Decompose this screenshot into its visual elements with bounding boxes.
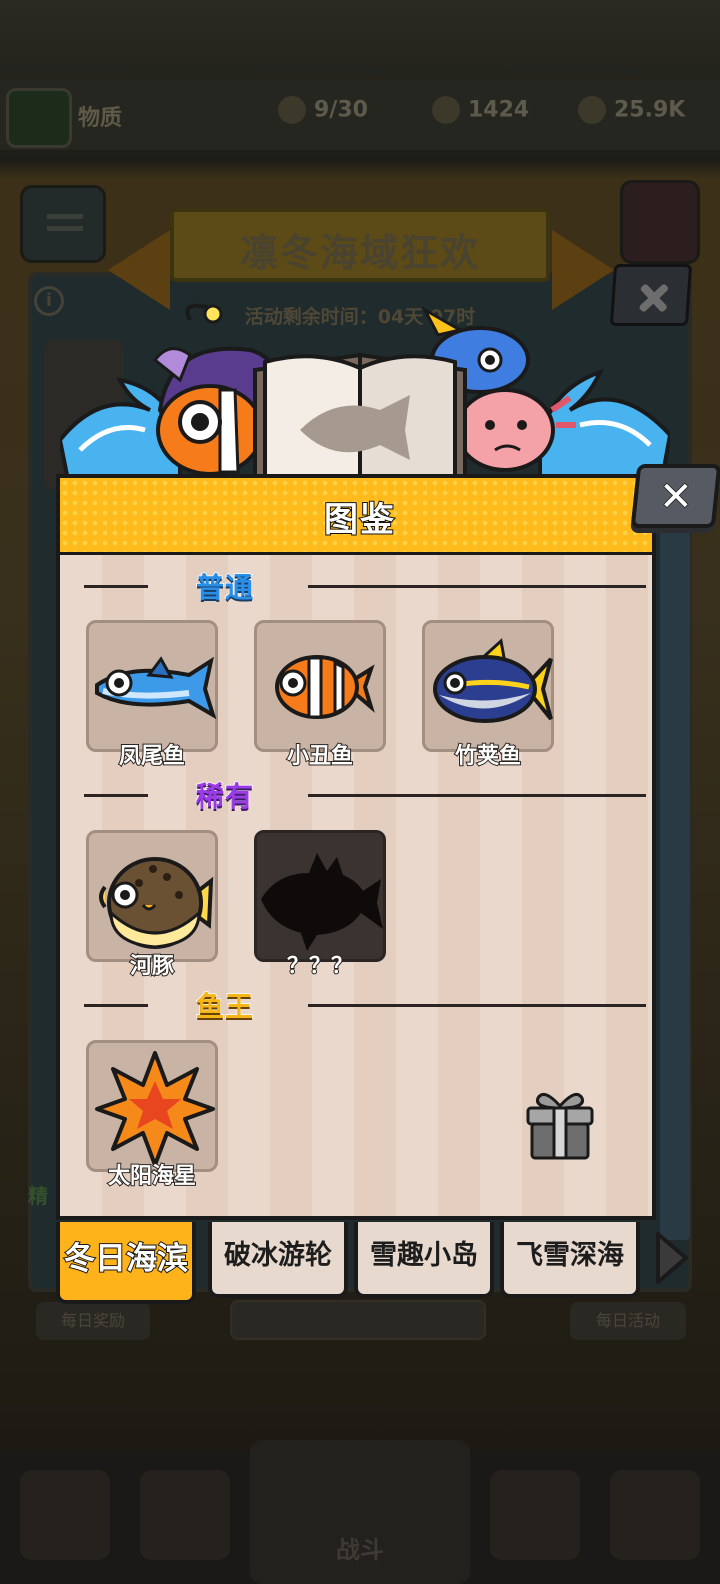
collection-card-label: 竹荚鱼 — [454, 743, 522, 770]
collection-card-label: ？？？ — [286, 953, 354, 980]
collection-card-tuna[interactable] — [422, 620, 554, 752]
tab-snow-deep-sea[interactable]: 飞雪深海 — [500, 1222, 640, 1298]
tab-icebreaker-cruise[interactable]: 破冰游轮 — [208, 1222, 348, 1298]
section-divider — [84, 585, 148, 588]
coin-icon — [578, 96, 606, 124]
open-book-icon — [253, 352, 467, 490]
banner-ribbon-left — [108, 230, 170, 310]
next-tab-arrow-icon[interactable] — [646, 1228, 696, 1288]
gem-icon — [432, 96, 460, 124]
clownfish-big-icon — [156, 384, 264, 476]
anchovy-icon — [95, 656, 217, 720]
fish-icon — [278, 96, 306, 124]
collection-card-label: 凤尾鱼 — [118, 743, 186, 770]
section-divider — [308, 1004, 646, 1007]
collection-card-pufferfish[interactable] — [86, 830, 218, 962]
region-tab-bar: 冬日海滨 破冰游轮 雪趣小岛 飞雪深海 — [56, 1222, 696, 1304]
nav-shop-icon — [20, 1470, 110, 1560]
section-divider — [308, 794, 646, 797]
collection-card-label: 太阳海星 — [107, 1163, 197, 1190]
dialog-title: 图鉴 — [323, 499, 396, 541]
shield-icon — [620, 180, 700, 264]
fish-count-stat: 9/30 — [278, 96, 368, 132]
collection-card-label: 小丑鱼 — [286, 743, 354, 770]
side-green-label: 精 — [28, 1184, 48, 1208]
collection-card-label: 河豚 — [129, 953, 175, 980]
section-label-king: 鱼王 — [195, 989, 255, 1024]
nav-team-icon — [140, 1470, 230, 1560]
dialog-header: 图鉴 — [56, 474, 656, 554]
tuna-icon — [433, 638, 553, 723]
tab-winter-beach[interactable]: 冬日海滨 — [56, 1222, 196, 1304]
nav-more-icon — [610, 1470, 700, 1560]
section-label-rare: 稀有 — [195, 779, 255, 814]
dialog-close-button[interactable]: ✕ — [630, 464, 720, 528]
player-name: 物质 — [78, 106, 123, 131]
player-avatar — [6, 88, 72, 148]
collection-card-sun-starfish[interactable] — [86, 1040, 218, 1172]
event-title: 凛冬海域狂欢 — [239, 231, 480, 275]
nav-battle-label: 战斗 — [336, 1536, 384, 1564]
section-divider — [84, 1004, 148, 1007]
banner-ribbon-right — [552, 230, 614, 310]
coin-stat: 25.9K — [578, 96, 685, 132]
side-strip — [660, 520, 690, 1240]
daily-event-button: 每日活动 — [570, 1302, 686, 1340]
event-action-button — [230, 1300, 486, 1340]
collection-card-anchovy[interactable] — [86, 620, 218, 752]
close-icon: ✕ — [658, 473, 693, 521]
sun-starfish-icon — [95, 1051, 215, 1167]
menu-icon — [20, 185, 106, 263]
pufferfish-icon — [99, 857, 214, 949]
gift-box-icon[interactable] — [522, 1086, 598, 1162]
collection-card-clownfish[interactable] — [254, 620, 386, 752]
collection-header-art — [60, 303, 670, 490]
nav-gift-icon — [490, 1470, 580, 1560]
clownfish-icon — [275, 655, 375, 719]
section-divider — [84, 794, 148, 797]
section-divider — [308, 585, 646, 588]
gem-stat: 1424 — [432, 96, 529, 132]
unknown-fish-silhouette-icon — [261, 853, 383, 951]
tab-snow-island[interactable]: 雪趣小岛 — [354, 1222, 494, 1298]
daily-reward-button: 每日奖励 — [36, 1302, 150, 1340]
section-label-common: 普通 — [195, 570, 255, 605]
collection-card-locked[interactable] — [254, 830, 386, 962]
